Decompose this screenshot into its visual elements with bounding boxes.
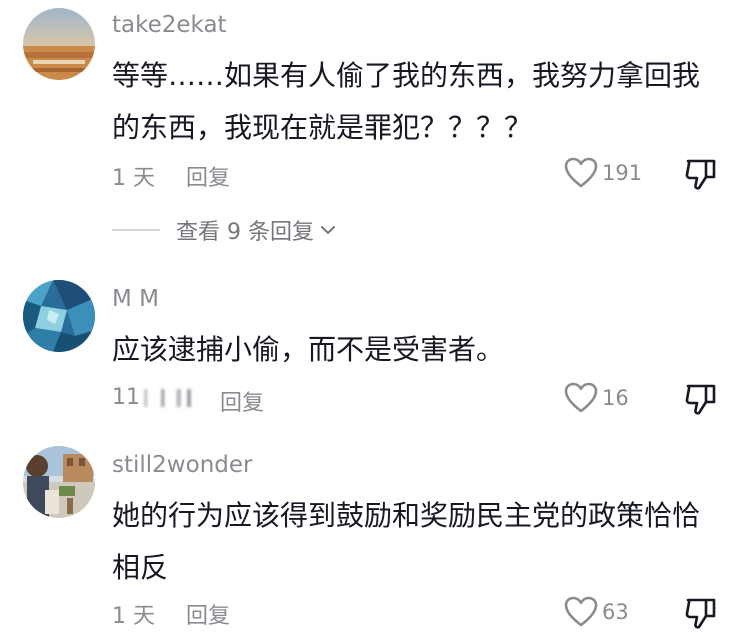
heart-outline-icon: [564, 157, 598, 188]
dislike-button[interactable]: [684, 595, 718, 635]
avatar[interactable]: [23, 8, 95, 80]
comment-username[interactable]: M M: [112, 286, 159, 312]
like-count: 63: [602, 600, 629, 624]
like-button[interactable]: 191: [564, 157, 642, 189]
street-photo-avatar: [23, 446, 95, 518]
like-count: 191: [602, 161, 643, 185]
like-button[interactable]: 16: [564, 382, 629, 414]
blue-abstract-avatar: [23, 280, 95, 352]
thumbs-down-icon: [685, 384, 716, 415]
dislike-button[interactable]: [684, 156, 718, 196]
comment-time: 11: [112, 385, 204, 410]
like-count: 16: [602, 386, 629, 410]
view-replies-label: 查看 9 条回复: [176, 220, 314, 245]
view-replies-button[interactable]: 查看 9 条回复: [112, 214, 336, 246]
dislike-button[interactable]: [684, 381, 718, 421]
desert-landscape-avatar: [23, 8, 95, 80]
comment-time-value: 11: [112, 385, 140, 410]
comment-time: 1 天: [112, 166, 155, 191]
comment-username[interactable]: take2ekat: [112, 12, 227, 38]
reply-button[interactable]: 回复: [186, 598, 230, 630]
reply-button[interactable]: 回复: [220, 385, 264, 417]
heart-outline-icon: [564, 382, 598, 413]
like-button[interactable]: 63: [564, 596, 629, 628]
avatar[interactable]: [23, 446, 95, 518]
heart-outline-icon: [564, 596, 598, 627]
blurred-date: [144, 389, 204, 407]
chevron-down-icon: [320, 226, 335, 234]
comment-text: 等等……如果有人偷了我的东西，我努力拿回我的东西，我现在就是罪犯？？？？: [112, 59, 701, 144]
comment-text: 她的行为应该得到鼓励和奖励民主党的政策恰恰相反: [112, 499, 701, 584]
comment-text: 应该逮捕小偷，而不是受害者。: [112, 333, 505, 366]
thumbs-down-icon: [685, 159, 716, 190]
comment-username[interactable]: still2wonder: [112, 452, 252, 478]
reply-button[interactable]: 回复: [186, 160, 230, 192]
thumbs-down-icon: [685, 598, 716, 629]
divider-line: [112, 229, 160, 231]
comment-time: 1 天: [112, 604, 155, 629]
avatar[interactable]: [23, 280, 95, 352]
